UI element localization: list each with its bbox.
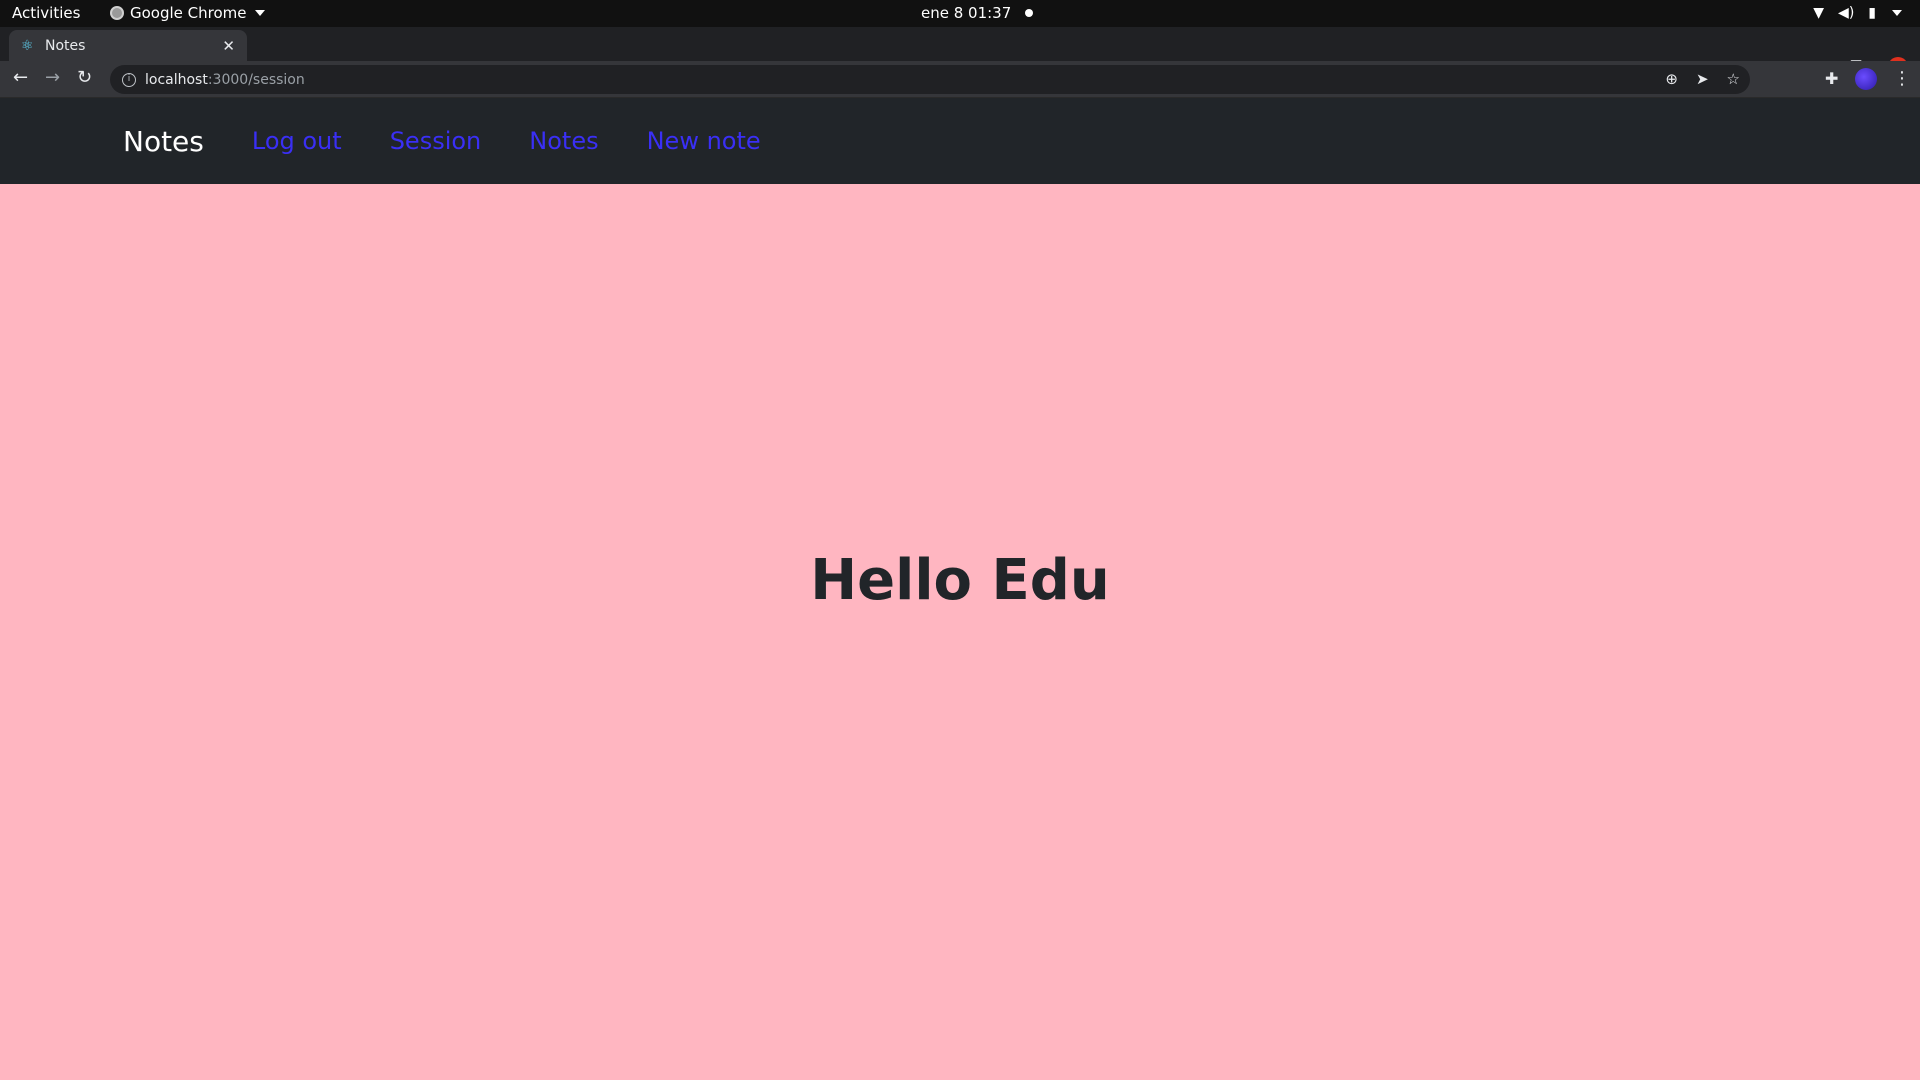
back-icon[interactable]: ← <box>13 69 28 87</box>
tab-strip: ⚛ Notes ✕ + ⌄ – ❐ ✕ <box>0 27 1920 81</box>
omnibox-actions: ⊕ ➤ ☆ <box>1665 70 1740 88</box>
app-menu-label: Google Chrome <box>130 4 247 22</box>
chevron-down-icon <box>1892 10 1902 16</box>
menu-icon[interactable]: ⋮ <box>1893 68 1911 89</box>
url-path: :3000/session <box>207 71 305 88</box>
volume-icon: ◀) <box>1838 5 1855 21</box>
browser-toolbar: ← → ↻ i localhost :3000/session ⊕ ➤ ☆ ✚ … <box>0 61 1920 98</box>
notification-dot-icon <box>1025 9 1034 17</box>
system-top-bar: Activities Google Chrome ene 8 01:37 ▼ ◀… <box>0 0 1920 27</box>
page-viewport: Notes Log out Session Notes New note Hel… <box>0 98 1920 1080</box>
tab-title: Notes <box>45 37 86 54</box>
forward-icon[interactable]: → <box>45 69 60 87</box>
reload-icon[interactable]: ↻ <box>77 69 92 87</box>
react-favicon-icon: ⚛ <box>21 37 34 54</box>
chrome-app-icon <box>110 6 124 20</box>
clock[interactable]: ene 8 01:37 <box>921 4 1034 22</box>
send-icon[interactable]: ➤ <box>1696 70 1709 88</box>
star-icon[interactable]: ☆ <box>1727 70 1740 88</box>
battery-icon: ▮ <box>1868 5 1876 21</box>
activities-button[interactable]: Activities <box>12 4 80 22</box>
system-tray[interactable]: ▼ ◀) ▮ <box>1813 5 1902 21</box>
info-icon[interactable]: i <box>122 72 136 87</box>
navbar-brand[interactable]: Notes <box>123 125 204 158</box>
address-bar[interactable]: i localhost :3000/session ⊕ ➤ ☆ <box>110 65 1750 94</box>
app-menu[interactable]: Google Chrome <box>110 4 265 22</box>
greeting-heading: Hello Edu <box>810 548 1110 613</box>
url-host: localhost <box>145 71 208 88</box>
nav-link-session[interactable]: Session <box>390 127 482 155</box>
wifi-icon: ▼ <box>1813 5 1825 21</box>
nav-link-notes[interactable]: Notes <box>529 127 598 155</box>
clock-label: ene 8 01:37 <box>921 4 1012 22</box>
profile-avatar[interactable] <box>1855 68 1877 90</box>
nav-link-new-note[interactable]: New note <box>647 127 761 155</box>
extensions-icon[interactable]: ✚ <box>1825 69 1838 88</box>
zoom-icon[interactable]: ⊕ <box>1665 70 1678 88</box>
close-icon[interactable]: ✕ <box>222 37 235 55</box>
nav-link-log-out[interactable]: Log out <box>252 127 342 155</box>
tab-notes[interactable]: ⚛ Notes ✕ <box>9 30 247 61</box>
app-navbar: Notes Log out Session Notes New note <box>0 98 1920 184</box>
chevron-down-icon <box>254 10 265 16</box>
